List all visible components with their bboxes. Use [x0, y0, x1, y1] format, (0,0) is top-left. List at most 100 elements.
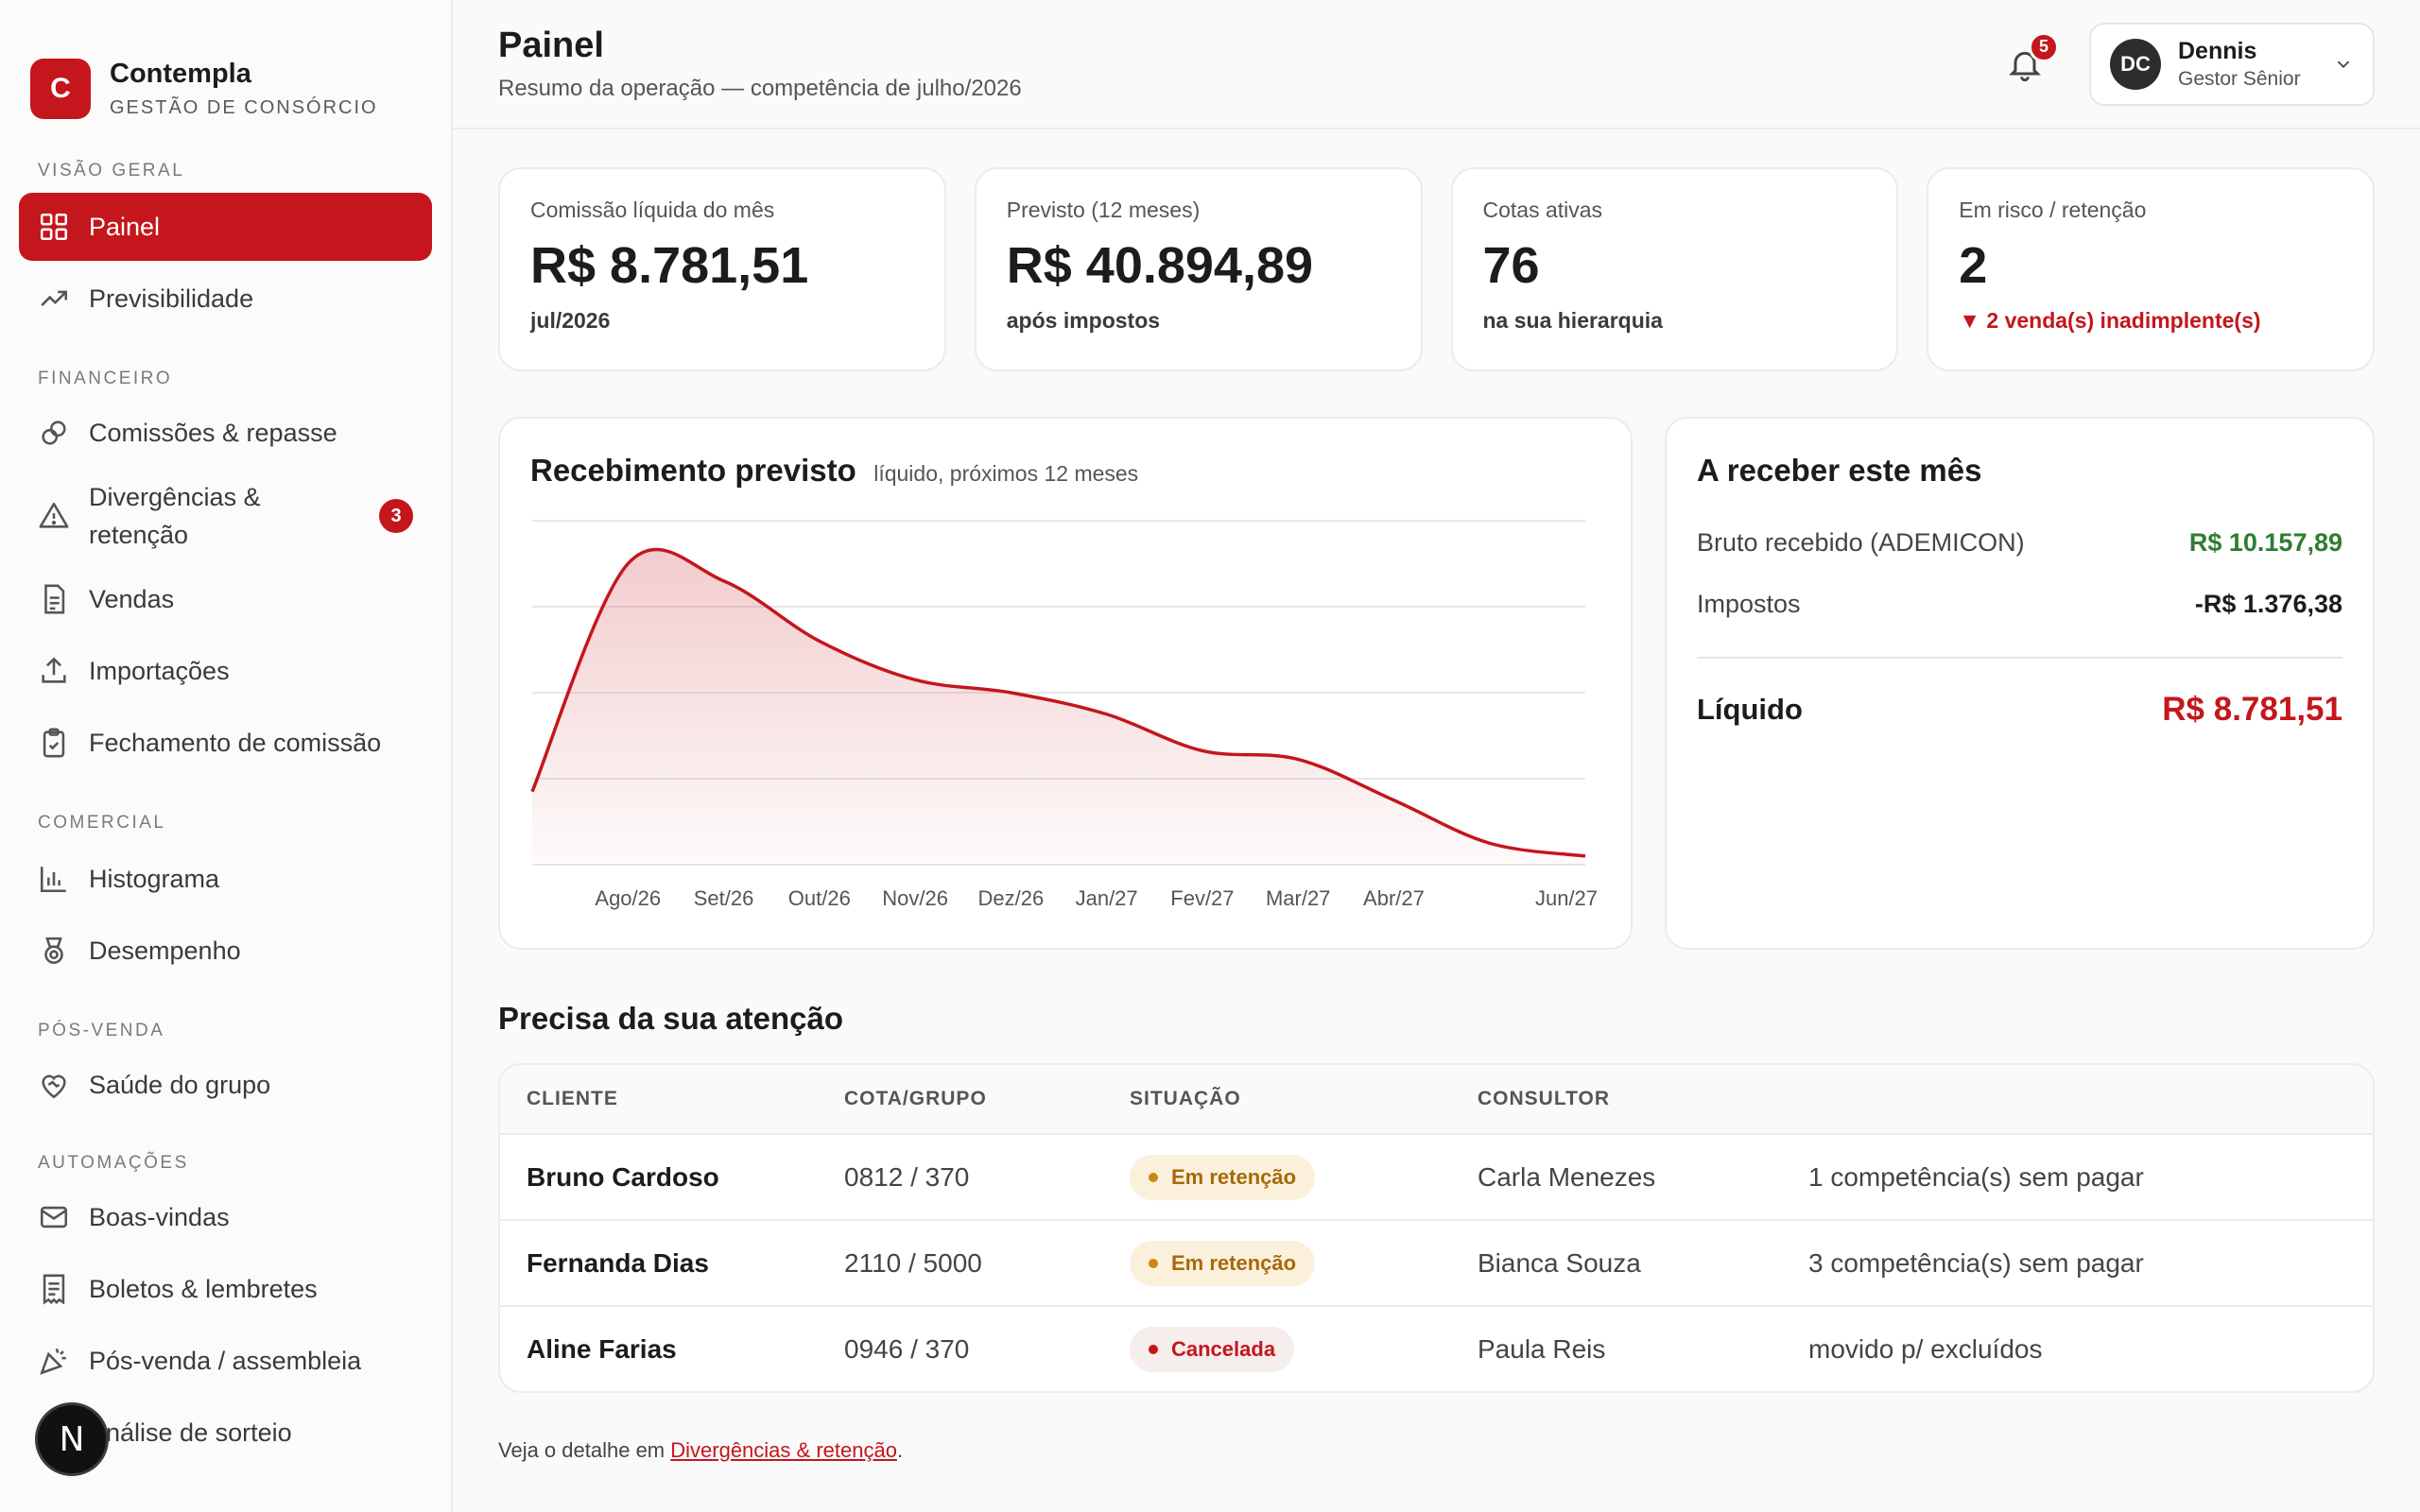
page-header: Painel Resumo da operação — competência …	[453, 0, 2420, 129]
app-root: C Contempla GESTÃO DE CONSÓRCIO VISÃO GE…	[0, 0, 2420, 1512]
attention-title: Precisa da sua atenção	[498, 1001, 844, 1036]
kpi-label: Comissão líquida do mês	[530, 198, 775, 222]
sidebar-item-importacoes[interactable]: Importações	[19, 637, 432, 705]
sidebar-item-label: Importações	[89, 656, 230, 685]
sidebar-item-label: Histograma	[89, 864, 220, 893]
notification-count-badge: 5	[2029, 31, 2059, 62]
brand[interactable]: C Contempla GESTÃO DE CONSÓRCIO	[19, 0, 432, 142]
table-row[interactable]: Fernanda Dias 2110 / 5000 Em retenção Bi…	[500, 1219, 2373, 1305]
client-name: Aline Farias	[527, 1333, 677, 1364]
sidebar-item-label: Previsibilidade	[89, 284, 254, 313]
column-header: CLIENTE	[527, 1088, 618, 1109]
clipboard-check-icon	[38, 727, 70, 759]
coins-icon	[38, 417, 70, 449]
kpi-label: Em risco / retenção	[1959, 198, 2147, 222]
status-text: Em retenção	[1171, 1250, 1297, 1275]
divergencias-link[interactable]: Divergências & retenção	[670, 1438, 897, 1462]
status-badge: Cancelada	[1130, 1326, 1295, 1372]
kpi-value: 76	[1482, 237, 1540, 294]
sidebar-item-painel[interactable]: Painel	[19, 193, 432, 261]
row-note: movido p/ excluídos	[1808, 1333, 2043, 1364]
status-text: Em retenção	[1171, 1164, 1297, 1189]
client-name: Fernanda Dias	[527, 1247, 709, 1278]
quota-group: 0812 / 370	[844, 1161, 970, 1192]
trending-up-icon	[38, 283, 70, 315]
column-header: CONSULTOR	[1478, 1088, 1611, 1109]
sidebar-item-divergencias[interactable]: Divergências & retenção 3	[19, 471, 432, 561]
footnote: Veja o detalhe em Divergências & retençã…	[498, 1438, 2375, 1463]
quota-group: 2110 / 5000	[844, 1247, 982, 1278]
kpi-card-comissao: Comissão líquida do mês R$ 8.781,51 jul/…	[498, 167, 946, 371]
bar-chart-icon	[38, 863, 70, 895]
chart-x-tick-label: Ago/26	[595, 886, 661, 910]
table-header: CLIENTE COTA/GRUPO SITUAÇÃO CONSULTOR	[500, 1065, 2373, 1133]
receive-total-value: R$ 8.781,51	[2162, 691, 2342, 728]
brand-name: Contempla	[110, 59, 251, 89]
chart-x-tick-label: Fev/27	[1170, 886, 1234, 910]
receive-value: -R$ 1.376,38	[2194, 590, 2342, 618]
sidebar-item-comissoes[interactable]: Comissões & repasse	[19, 399, 432, 467]
user-role: Gestor Sênior	[2178, 67, 2301, 90]
nav-section-comercial: COMERCIAL	[38, 813, 166, 833]
sidebar-item-label: Análise de sorteio	[89, 1418, 292, 1447]
brand-logo: C	[30, 59, 91, 119]
receive-label: Bruto recebido (ADEMICON)	[1697, 528, 2025, 557]
quota-group: 0946 / 370	[844, 1333, 970, 1364]
row-note: 3 competência(s) sem pagar	[1808, 1247, 2144, 1278]
medal-icon	[38, 935, 70, 967]
user-menu[interactable]: DC Dennis Gestor Sênior	[2089, 22, 2375, 106]
sidebar-item-label: Fechamento de comissão	[89, 728, 382, 757]
forecast-chart: Ago/26 Set/26 Out/26 Nov/26 Dez/26 Jan/27 Fev/…	[530, 520, 1598, 910]
sidebar-item-boletos[interactable]: Boletos & lembretes	[19, 1255, 432, 1323]
mail-icon	[38, 1201, 70, 1233]
kpi-note: jul/2026	[530, 308, 611, 333]
divergencias-count-badge: 3	[379, 499, 413, 533]
nav-section-visao-geral: VISÃO GERAL	[38, 161, 185, 180]
sidebar-item-vendas[interactable]: Vendas	[19, 565, 432, 633]
sidebar: C Contempla GESTÃO DE CONSÓRCIO VISÃO GE…	[0, 0, 453, 1512]
status-badge: Em retenção	[1130, 1154, 1316, 1200]
notifications-button[interactable]: 5	[2006, 31, 2059, 83]
nav-section-automacoes: AUTOMAÇÕES	[38, 1153, 189, 1173]
sidebar-item-previsibilidade[interactable]: Previsibilidade	[19, 265, 432, 333]
chart-x-tick-label: Dez/26	[978, 886, 1045, 910]
chart-x-tick-label: Abr/27	[1363, 886, 1425, 910]
grid-icon	[38, 211, 70, 243]
sidebar-item-desempenho[interactable]: Desempenho	[19, 917, 432, 985]
avatar: DC	[2110, 38, 2161, 90]
sidebar-item-saude-grupo[interactable]: Saúde do grupo	[19, 1051, 432, 1119]
footnote-prefix: Veja o detalhe em	[498, 1438, 671, 1462]
kpi-label: Cotas ativas	[1482, 198, 1603, 222]
receive-title: A receber este mês	[1697, 453, 1982, 488]
table-row[interactable]: Aline Farias 0946 / 370 Cancelada Paula …	[500, 1305, 2373, 1391]
receive-row-impostos: Impostos -R$ 1.376,38	[1697, 590, 2342, 619]
receive-row-bruto: Bruto recebido (ADEMICON) R$ 10.157,89	[1697, 528, 2342, 558]
chart-x-tick-label: Jan/27	[1076, 886, 1138, 910]
column-header: COTA/GRUPO	[844, 1088, 987, 1109]
sidebar-item-label: Pós-venda / assembleia	[89, 1346, 362, 1375]
kpi-note-alert: ▼ 2 venda(s) inadimplente(s)	[1959, 308, 2261, 333]
kpi-label: Previsto (12 meses)	[1006, 198, 1201, 222]
heart-handshake-icon	[38, 1069, 70, 1101]
sidebar-item-histograma[interactable]: Histograma	[19, 845, 432, 913]
sidebar-item-label: Boletos & lembretes	[89, 1274, 318, 1303]
sidebar-item-fechamento[interactable]: Fechamento de comissão	[19, 709, 432, 777]
sidebar-item-pos-venda[interactable]: Pós-venda / assembleia	[19, 1327, 432, 1395]
consultant: Paula Reis	[1478, 1333, 1606, 1364]
table-row[interactable]: Bruno Cardoso 0812 / 370 Em retenção Car…	[500, 1133, 2373, 1219]
footnote-suffix: .	[896, 1438, 904, 1462]
kpi-card-risco: Em risco / retenção 2 ▼ 2 venda(s) inadi…	[1927, 167, 2375, 371]
column-header: SITUAÇÃO	[1130, 1088, 1241, 1109]
main-content: Painel Resumo da operação — competência …	[453, 0, 2420, 1512]
sidebar-item-boas-vindas[interactable]: Boas-vindas	[19, 1183, 432, 1251]
kpi-note: na sua hierarquia	[1482, 308, 1663, 333]
sidebar-item-label: Desempenho	[89, 936, 241, 965]
document-icon	[38, 583, 70, 615]
dev-tools-badge[interactable]: N	[35, 1402, 109, 1476]
kpi-row: Comissão líquida do mês R$ 8.781,51 jul/…	[498, 167, 2375, 371]
chart-title: Recebimento previsto	[530, 453, 856, 488]
status-dot	[1149, 1258, 1158, 1268]
divider	[1697, 657, 2342, 659]
chart-x-tick-label: Jun/27	[1535, 886, 1598, 910]
user-name: Dennis	[2178, 37, 2257, 64]
